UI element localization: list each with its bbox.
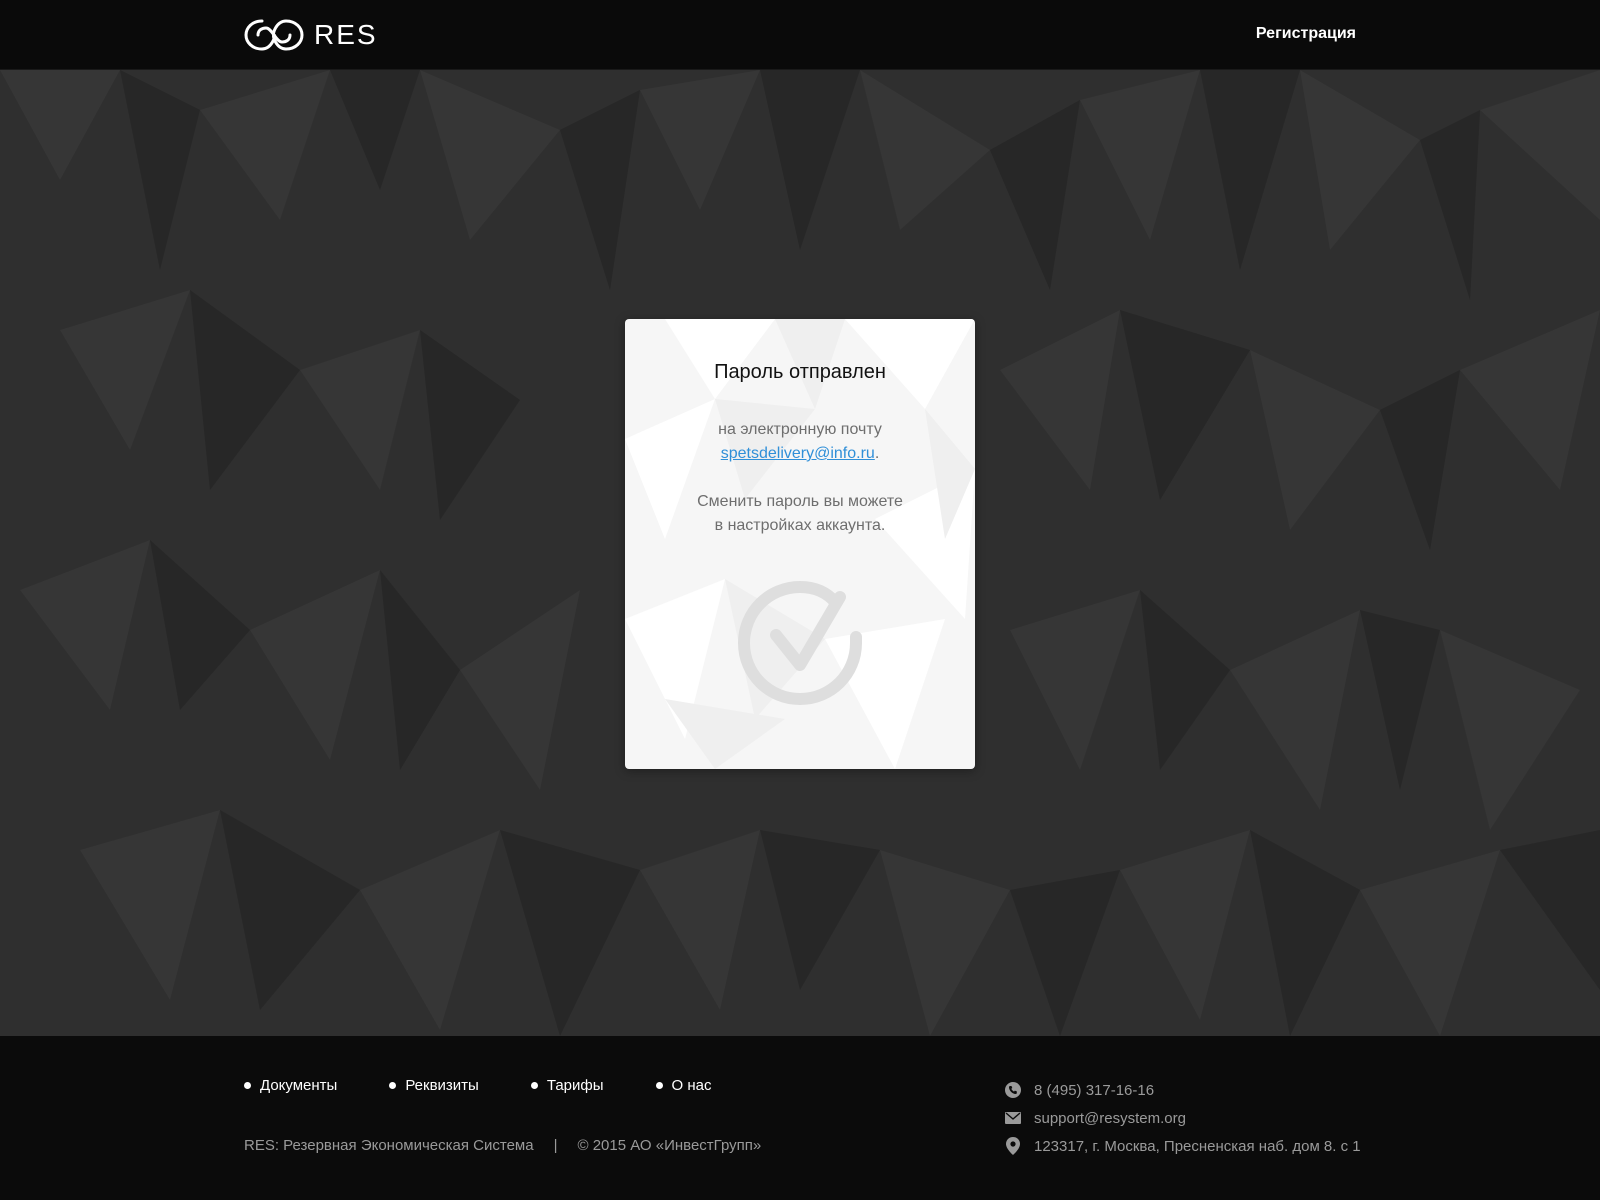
contact-email-text[interactable]: support@resystem.org <box>1034 1110 1186 1127</box>
footer-nav-label: О нас <box>671 1077 712 1094</box>
card-email-suffix: . <box>874 445 880 462</box>
bullet-icon <box>244 1082 251 1089</box>
footer-tagline: RES: Резервная Экономическая Система <box>244 1137 534 1154</box>
envelope-icon <box>1004 1109 1022 1127</box>
contact-address: 123317, г. Москва, Пресненская наб. дом … <box>1004 1132 1361 1160</box>
footer-contacts: 8 (495) 317-16-16 support@resystem.org 1… <box>1004 1076 1361 1160</box>
card-email-line: spetsdelivery@info.ru. <box>625 442 975 466</box>
header: RES Регистрация <box>0 0 1600 70</box>
logo-text: RES <box>314 19 378 50</box>
password-sent-card: Пароль отправлен на электронную почту sp… <box>625 319 975 769</box>
contact-address-text: 123317, г. Москва, Пресненская наб. дом … <box>1034 1137 1361 1155</box>
footer-copyright: © 2015 АО «ИнвестГрупп» <box>577 1137 762 1154</box>
footer-nav-tariffs[interactable]: Тарифы <box>530 1077 604 1094</box>
card-line-1: на электронную почту <box>718 421 882 438</box>
bullet-icon <box>389 1082 397 1089</box>
bullet-icon <box>530 1082 538 1089</box>
footer: Документы Реквизиты Тарифы О нас RES: Ре… <box>0 1036 1600 1200</box>
card-message: на электронную почту spetsdelivery@info.… <box>625 418 975 466</box>
footer-nav-label: Тарифы <box>546 1077 604 1094</box>
logo[interactable]: RES <box>244 16 378 54</box>
footer-nav-label: Документы <box>260 1077 338 1094</box>
card-email-link[interactable]: spetsdelivery@info.ru <box>721 445 875 462</box>
footer-nav: Документы Реквизиты Тарифы О нас <box>244 1077 764 1094</box>
footer-nav-label: Реквизиты <box>405 1077 479 1094</box>
footer-nav-documents[interactable]: Документы <box>244 1077 337 1094</box>
card-line-3: в настройках аккаунта. <box>714 517 886 534</box>
footer-separator: | <box>553 1137 558 1154</box>
card-hint: Сменить пароль вы можете в настройках ак… <box>625 490 975 538</box>
card-line-2: Сменить пароль вы можете <box>697 493 903 510</box>
card-title: Пароль отправлен <box>714 361 886 383</box>
contact-phone-text: 8 (495) 317-16-16 <box>1034 1081 1155 1099</box>
bullet-icon <box>655 1082 663 1089</box>
contact-phone: 8 (495) 317-16-16 <box>1004 1076 1361 1104</box>
register-link[interactable]: Регистрация <box>1256 25 1356 43</box>
footer-nav-requisites[interactable]: Реквизиты <box>389 1077 479 1094</box>
footer-bottom: RES: Резервная Экономическая Система | ©… <box>244 1137 761 1154</box>
location-pin-icon <box>1004 1137 1022 1155</box>
infinity-logo-icon <box>244 19 304 51</box>
phone-icon <box>1004 1081 1022 1099</box>
footer-nav-about[interactable]: О нас <box>655 1077 712 1094</box>
main-content: Пароль отправлен на электронную почту sp… <box>0 70 1600 1036</box>
check-circle-icon <box>738 581 862 705</box>
contact-email: support@resystem.org <box>1004 1104 1361 1132</box>
